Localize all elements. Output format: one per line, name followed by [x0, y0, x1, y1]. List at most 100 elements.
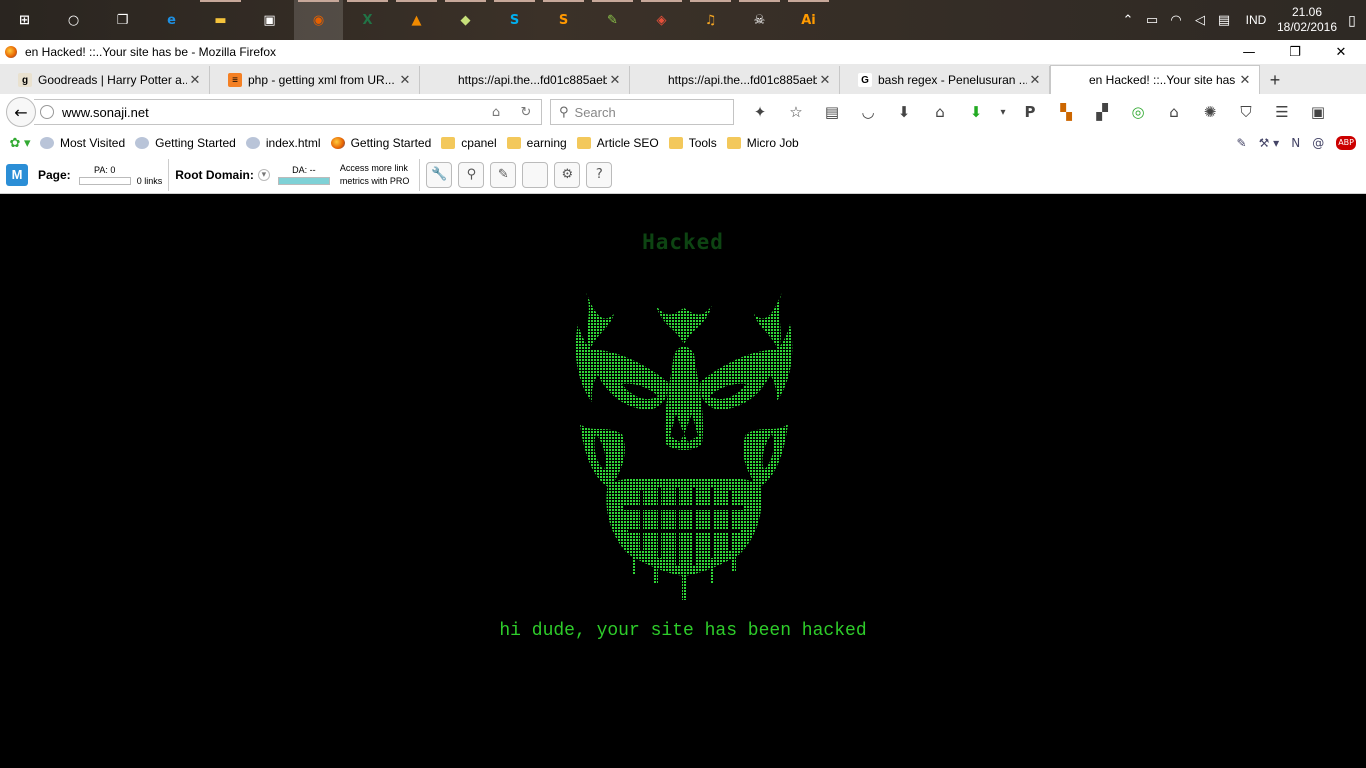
- tools-dropdown-icon[interactable]: ⚒ ▾: [1259, 136, 1280, 150]
- site-identity-icon[interactable]: [40, 105, 54, 119]
- reading-list-icon[interactable]: ▤: [814, 99, 850, 125]
- bookmark-item[interactable]: Micro Job: [726, 136, 799, 150]
- search-icon: ⚲: [559, 104, 569, 120]
- browser-tab[interactable]: ≡ php - getting xml from UR... ✕: [210, 66, 420, 94]
- folder-icon: [576, 137, 591, 149]
- taskbar-music-button[interactable]: ♫: [686, 0, 735, 40]
- bookmark-item[interactable]: Getting Started: [330, 136, 431, 150]
- tab-close-icon[interactable]: ✕: [817, 73, 833, 88]
- adblock-icon[interactable]: ABP: [1336, 136, 1356, 150]
- tab-favicon-icon: [438, 73, 452, 87]
- notes-icon[interactable]: ✎: [1237, 136, 1247, 150]
- settings-icon[interactable]: ✺: [1192, 99, 1228, 125]
- taskbar-edge-button[interactable]: e: [147, 0, 196, 40]
- at-icon[interactable]: @: [1312, 136, 1324, 150]
- start-icon: ⊞: [19, 12, 30, 28]
- reload-icon[interactable]: ↻: [511, 105, 541, 120]
- taskbar-illustrator-button[interactable]: Ai: [784, 0, 833, 40]
- bookmark-star-icon[interactable]: ☆: [778, 99, 814, 125]
- pro-promo[interactable]: Access more link metrics with PRO: [340, 162, 410, 188]
- taskbar-git-button[interactable]: ◈: [637, 0, 686, 40]
- dropdown-icon[interactable]: ▾: [994, 99, 1012, 125]
- minimize-button[interactable]: —: [1226, 40, 1272, 64]
- sidebar-icon[interactable]: ▣: [1300, 99, 1336, 125]
- taskbar-task-view-button[interactable]: ❐: [98, 0, 147, 40]
- url-bar[interactable]: www.sonaji.net ⌂ ↻: [34, 99, 542, 125]
- input-language[interactable]: IND: [1236, 13, 1276, 27]
- wrench-icon[interactable]: 🔧: [426, 161, 453, 188]
- browser-tab[interactable]: https://api.the...fd01c885aeb957✕: [420, 66, 630, 94]
- keyboard-icon[interactable]: ▤: [1212, 13, 1236, 28]
- taskbar-vlc-button[interactable]: ▲: [392, 0, 441, 40]
- battery-icon[interactable]: ▭: [1140, 13, 1164, 28]
- taskbar-notepad-plus-button[interactable]: ✎: [588, 0, 637, 40]
- search-input[interactable]: ⚲ Search: [550, 99, 734, 125]
- browser-tab[interactable]: g Goodreads | Harry Potter a... ✕: [0, 66, 210, 94]
- gear-icon[interactable]: ⚙: [554, 161, 581, 188]
- firefox-icon: [5, 46, 17, 58]
- taskbar-cortana-button[interactable]: ○: [49, 0, 98, 40]
- taskbar-sublime-button[interactable]: S: [539, 0, 588, 40]
- browser-tab[interactable]: Gbash regex - Penelusuran ... ✕: [840, 66, 1050, 94]
- extension-icon[interactable]: ⌂: [1156, 99, 1192, 125]
- bookmark-item[interactable]: Tools: [668, 136, 717, 150]
- download-helper-icon[interactable]: ⬇: [958, 99, 994, 125]
- bookmark-item[interactable]: Most Visited: [40, 136, 125, 150]
- blank-tool-icon[interactable]: [522, 161, 549, 188]
- taskbar-store-button[interactable]: ▣: [245, 0, 294, 40]
- tab-close-icon[interactable]: ✕: [607, 73, 623, 88]
- magnifier-icon[interactable]: ⚲: [458, 161, 485, 188]
- tab-close-icon[interactable]: ✕: [1027, 73, 1043, 88]
- restore-button[interactable]: ❐: [1272, 40, 1318, 64]
- downloads-icon[interactable]: ⬇: [886, 99, 922, 125]
- page-authority: PA: 0: [78, 165, 131, 185]
- tab-close-icon[interactable]: ✕: [187, 73, 203, 88]
- taskbar-skype-button[interactable]: S: [490, 0, 539, 40]
- root-domain-dropdown[interactable]: ▾: [257, 168, 270, 181]
- tab-close-icon[interactable]: ✕: [1237, 73, 1253, 88]
- home-page-icon[interactable]: ⌂: [481, 105, 511, 120]
- taskbar-start-button[interactable]: ⊞: [0, 0, 49, 40]
- extension-icon[interactable]: ▞: [1084, 99, 1120, 125]
- git-icon: ◈: [656, 12, 667, 28]
- chevron-up-icon[interactable]: ⌃: [1116, 13, 1140, 28]
- browser-tab[interactable]: en Hacked! ::..Your site has be ✕: [1050, 65, 1260, 94]
- bookmarks-menu-icon[interactable]: ✿ ▾: [0, 135, 40, 151]
- url-text[interactable]: www.sonaji.net: [62, 105, 481, 120]
- bookmark-item[interactable]: index.html: [245, 136, 321, 150]
- pinterest-icon[interactable]: P: [1012, 99, 1048, 125]
- menu-icon[interactable]: ☰: [1264, 99, 1300, 125]
- volume-icon[interactable]: ◁: [1188, 13, 1212, 28]
- help-icon[interactable]: ?: [586, 161, 613, 188]
- close-button[interactable]: ✕: [1318, 40, 1364, 64]
- shield-icon[interactable]: ⛉: [1228, 99, 1264, 125]
- moz-logo[interactable]: M: [6, 163, 28, 186]
- color-wheel-icon[interactable]: ◎: [1120, 99, 1156, 125]
- addon-icon[interactable]: ✦: [742, 99, 778, 125]
- sublime-icon: S: [558, 12, 569, 28]
- notification-icon[interactable]: ▯: [1338, 12, 1366, 29]
- browser-tab[interactable]: https://api.the...fd01c885aeb957✕: [630, 66, 840, 94]
- taskbar-excel-button[interactable]: X: [343, 0, 392, 40]
- taskbar-app-mask-button[interactable]: ☠: [735, 0, 784, 40]
- back-button[interactable]: ←: [6, 97, 36, 127]
- page-title: Hacked: [642, 230, 724, 254]
- wifi-icon[interactable]: ◠: [1164, 13, 1188, 28]
- pencil-icon[interactable]: ✎: [490, 161, 517, 188]
- windows-taskbar: ⊞ ○ ❐ e ▬ ▣ ◉ X ▲ ◆ S S ✎ ◈ ♫ ☠ Ai ⌃ ▭ ◠ ◁ ▤ IND 21.06 18/02/201…: [0, 0, 1366, 40]
- bookmark-item[interactable]: earning: [506, 136, 567, 150]
- bookmark-item[interactable]: Getting Started: [135, 136, 236, 150]
- taskbar-file-explorer-button[interactable]: ▬: [196, 0, 245, 40]
- taskbar-firefox-button[interactable]: ◉: [294, 0, 343, 40]
- bookmark-item[interactable]: cpanel: [441, 136, 497, 150]
- home-icon[interactable]: ⌂: [922, 99, 958, 125]
- system-tray: ⌃ ▭ ◠ ◁ ▤ IND 21.06 18/02/2016 ▯: [1116, 0, 1366, 40]
- pocket-icon[interactable]: ◡: [850, 99, 886, 125]
- clock[interactable]: 21.06 18/02/2016: [1276, 5, 1338, 35]
- n-icon[interactable]: N: [1291, 136, 1300, 150]
- bookmark-item[interactable]: Article SEO: [576, 136, 659, 150]
- extension-icon[interactable]: ▚: [1048, 99, 1084, 125]
- taskbar-notes-button[interactable]: ◆: [441, 0, 490, 40]
- tab-close-icon[interactable]: ✕: [397, 73, 413, 88]
- new-tab-button[interactable]: +: [1260, 66, 1290, 94]
